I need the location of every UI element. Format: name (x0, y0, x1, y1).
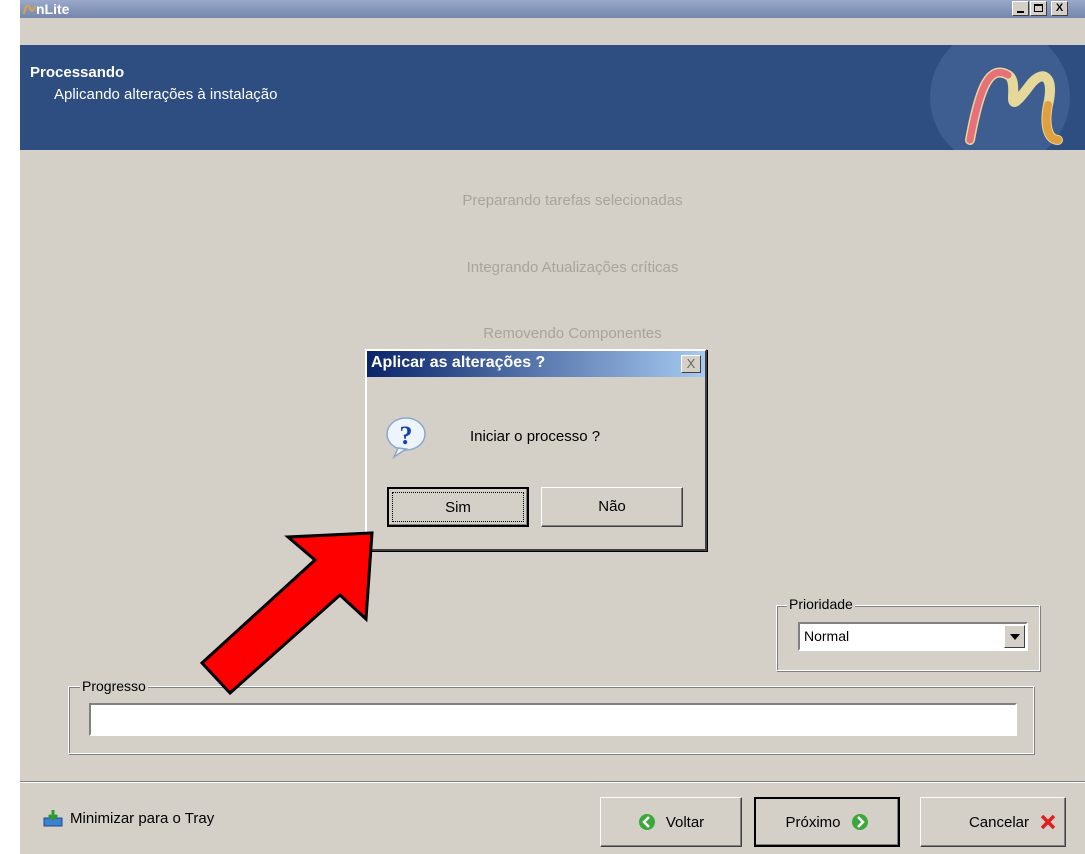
minimize-to-tray-button[interactable]: Minimizar para o Tray (42, 808, 214, 828)
nlite-logo-icon (930, 45, 1070, 150)
dialog-title-bar[interactable]: Aplicar as alterações ? X (367, 351, 705, 377)
dialog-title: Aplicar as alterações ? (371, 354, 546, 371)
next-label: Próximo (785, 813, 841, 831)
next-arrow-icon (851, 814, 868, 830)
back-arrow-icon (638, 814, 655, 830)
confirm-dialog: Aplicar as alterações ? X ? Iniciar o pr… (365, 349, 707, 551)
cancel-label: Cancelar (968, 813, 1029, 831)
stage-prepare: Preparando tarefas selecionadas (462, 192, 683, 209)
annotation-arrow-icon (199, 531, 374, 696)
no-button[interactable]: Não (541, 487, 683, 527)
maximize-button[interactable] (1030, 1, 1047, 16)
priority-label: Prioridade (787, 596, 855, 612)
back-label: Voltar (665, 813, 705, 831)
close-button[interactable]: X (1051, 1, 1068, 16)
page-title: Processando (30, 64, 125, 81)
close-x-icon (1040, 814, 1056, 830)
question-icon: ? (386, 417, 426, 459)
dialog-message: Iniciar o processo ? (470, 428, 601, 445)
window-title: nLite (36, 1, 70, 17)
yes-button[interactable]: Sim (387, 487, 529, 527)
nlite-app-icon (23, 5, 36, 15)
tray-icon (43, 810, 63, 827)
priority-select[interactable]: Normal (798, 622, 1028, 651)
dialog-close-button[interactable]: X (681, 355, 701, 373)
next-button[interactable]: Próximo (754, 797, 900, 847)
svg-text:?: ? (400, 421, 413, 450)
back-button[interactable]: Voltar (600, 797, 742, 847)
priority-value: Normal (804, 628, 850, 644)
progress-bar (89, 703, 1017, 736)
minimize-button[interactable] (1012, 1, 1029, 16)
footer-divider (20, 781, 1085, 783)
cancel-button[interactable]: Cancelar (920, 797, 1066, 847)
page-subtitle: Aplicando alterações à instalação (54, 86, 278, 103)
nlite-window: nLite X Processando Aplicando alterações… (20, 0, 1085, 854)
progress-label: Progresso (80, 678, 148, 694)
title-bar[interactable]: nLite X (20, 0, 1085, 18)
tray-label: Minimizar para o Tray (70, 809, 215, 827)
stage-remove: Removendo Componentes (483, 325, 662, 342)
chevron-down-icon[interactable] (1004, 625, 1025, 648)
stage-integrate: Integrando Atualizações críticas (466, 259, 679, 276)
